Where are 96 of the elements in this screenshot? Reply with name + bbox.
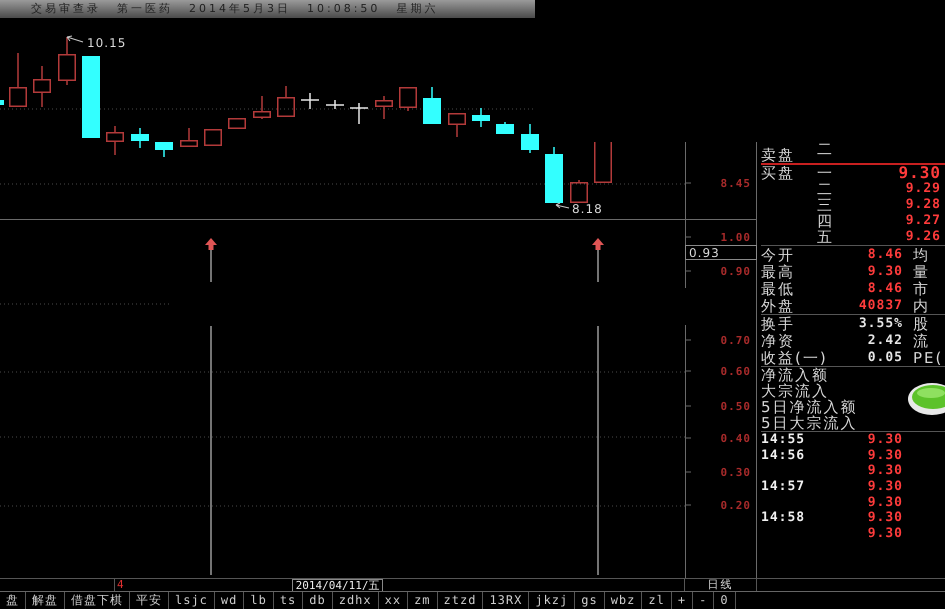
candlestick <box>180 128 198 147</box>
level-label: 一 <box>817 165 835 181</box>
bid-price: 9.28 <box>906 197 942 213</box>
stat-label: 股 <box>912 316 931 332</box>
candlestick <box>253 96 271 119</box>
candlestick <box>375 96 393 119</box>
axis-label: 0.70 <box>720 334 751 347</box>
axis-label: 0.30 <box>720 466 751 479</box>
level-label: 二 <box>817 181 835 197</box>
axis-label: 0.20 <box>720 499 751 512</box>
stat-label: 收益(一) <box>761 350 825 366</box>
candlestick <box>33 66 51 107</box>
bid-price: 9.30 <box>898 165 942 181</box>
weekday-text: 星期六 <box>396 0 438 17</box>
low-price-label: 8.18 <box>572 202 603 216</box>
candlestick <box>0 100 4 105</box>
bid-price: 9.27 <box>906 213 942 229</box>
tick-price: 9.30 <box>868 432 903 448</box>
candlestick <box>545 147 563 203</box>
level-label: 二 <box>817 141 835 157</box>
stat-label: 换手 <box>761 316 796 332</box>
candlestick <box>350 103 368 124</box>
stat-value: 3.55% <box>858 316 903 332</box>
stat-value: 0.05 <box>868 350 903 366</box>
cursor-marker: 4 <box>116 579 124 591</box>
axis-label: 0.60 <box>720 365 751 378</box>
candlestick <box>448 113 466 137</box>
time-text: 10:08:50 <box>307 0 380 17</box>
tick-time: 14:55 <box>761 432 806 448</box>
axis-label: 0.40 <box>720 432 751 445</box>
stat-label: 市 <box>912 280 931 296</box>
fund-flow-label: 5日净流入额 <box>761 399 858 415</box>
candlestick <box>9 53 27 107</box>
order-side-label: 买盘 <box>761 165 796 181</box>
axis-label: 0.50 <box>720 400 751 413</box>
order-side-label: 卖盘 <box>761 147 796 163</box>
tick-price: 9.30 <box>868 448 903 464</box>
stat-label: 今开 <box>761 246 796 262</box>
date-text: 2014年5月3日 <box>189 0 291 17</box>
candlestick <box>423 87 441 124</box>
axis-label: 0.90 <box>720 265 751 278</box>
stat-value: 8.46 <box>868 280 903 296</box>
level-label: 四 <box>817 213 835 229</box>
tick-price: 9.30 <box>868 494 903 511</box>
stat-value: 8.46 <box>868 246 903 262</box>
leader-line <box>556 202 570 208</box>
candlestick <box>521 124 539 153</box>
level-label: 三 <box>817 197 835 213</box>
fund-flow-label: 大宗流入 <box>761 383 829 399</box>
fund-flow-label: 净流入额 <box>761 367 829 383</box>
level-label: 五 <box>817 229 835 245</box>
tick-time: 14:58 <box>761 510 806 526</box>
leader-line <box>66 36 84 42</box>
axis-label: 8.45 <box>720 177 751 190</box>
current-value-tag: 0.93 <box>685 245 757 260</box>
stat-label: 量 <box>912 264 931 280</box>
tick-price: 9.30 <box>868 463 903 480</box>
bid-price: 9.26 <box>906 229 942 245</box>
tick-price: 9.30 <box>868 526 903 542</box>
candlestick <box>301 93 319 109</box>
candlestick <box>472 108 490 127</box>
candlestick <box>131 128 149 148</box>
axis-label: 1.00 <box>720 231 751 244</box>
bid-price: 9.29 <box>906 181 942 197</box>
candlestick <box>58 37 76 85</box>
app-name: 交易审查录 <box>31 0 101 17</box>
high-price-label: 10.15 <box>87 36 126 50</box>
candlestick <box>155 142 173 157</box>
candlestick <box>496 122 514 134</box>
tick-time: 14:57 <box>761 479 806 496</box>
stat-label: 外盘 <box>761 298 796 314</box>
candlestick <box>570 180 588 203</box>
tick-time: 14:56 <box>761 448 806 464</box>
stat-label: PE( <box>912 350 944 366</box>
stat-value: 2.42 <box>868 332 903 348</box>
stat-label: 最低 <box>761 280 796 296</box>
candlestick <box>204 129 222 146</box>
stat-label: 流 <box>912 332 931 348</box>
tick-price: 9.30 <box>868 479 903 496</box>
stat-label: 最高 <box>761 264 796 280</box>
candlestick <box>277 86 295 117</box>
fund-flow-label: 5日大宗流入 <box>761 415 858 431</box>
stat-label: 内 <box>912 298 931 314</box>
stat-label: 净资 <box>761 332 796 348</box>
period-label: 日线 <box>708 579 734 591</box>
stock-name: 第一医药 <box>117 0 173 17</box>
candlestick <box>326 100 344 109</box>
oval-badge-icon <box>907 382 945 416</box>
candlestick <box>106 126 124 155</box>
candlestick <box>228 118 246 129</box>
stat-label: 均 <box>912 246 931 262</box>
tick-price: 9.30 <box>868 510 903 526</box>
candlestick <box>594 142 612 183</box>
stat-value: 40837 <box>858 298 903 314</box>
candlestick <box>399 87 417 111</box>
stat-value: 9.30 <box>868 264 903 280</box>
